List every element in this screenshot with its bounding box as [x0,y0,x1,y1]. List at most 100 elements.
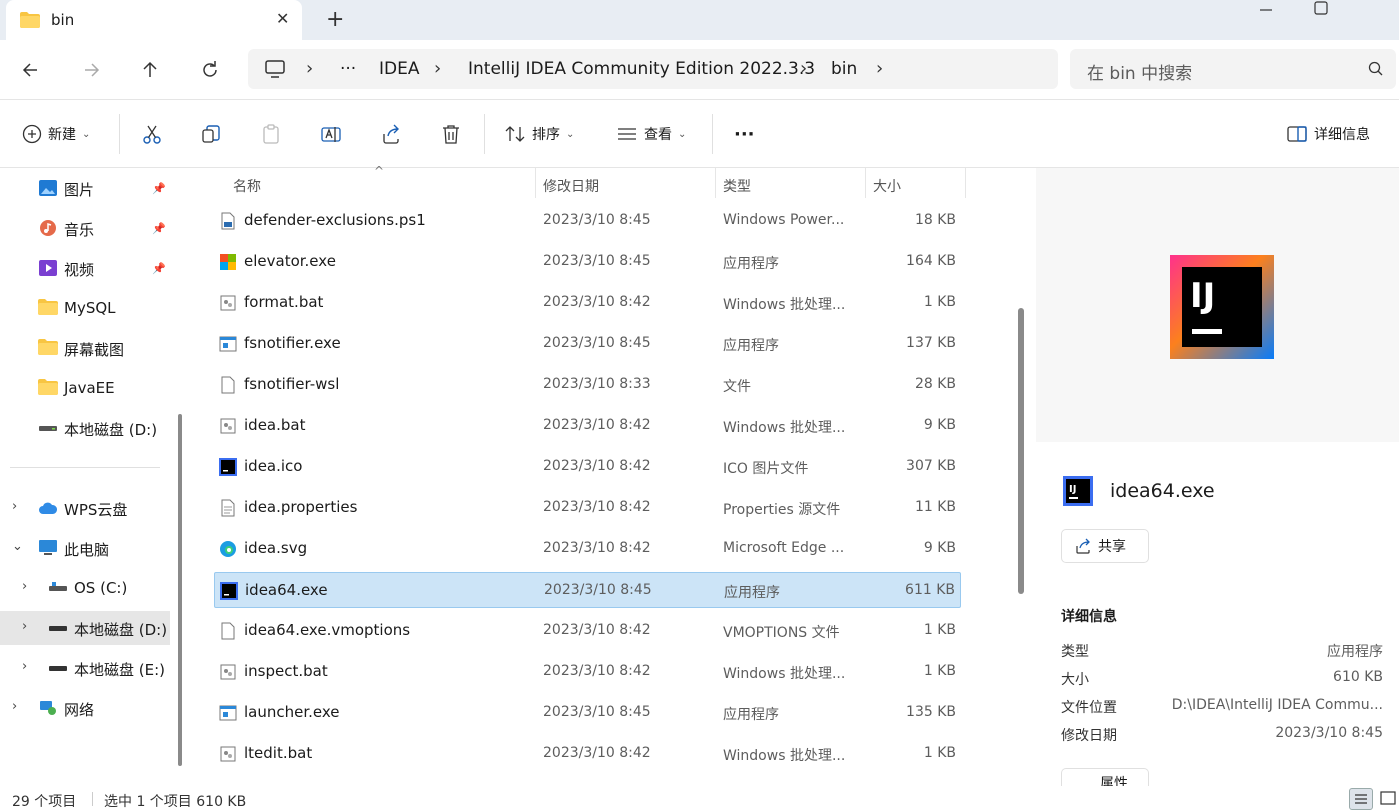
minimize-icon[interactable] [1256,0,1276,20]
file-list-scrollbar[interactable] [1018,308,1024,594]
close-icon[interactable]: ✕ [276,9,289,28]
chevron-right-icon[interactable]: › [434,58,441,79]
file-row[interactable]: defender-exclusions.ps1 2023/3/10 8:45 W… [214,203,961,239]
breadcrumb-more[interactable]: ··· [340,59,356,79]
more-options-button[interactable]: ··· [734,122,755,146]
chevron-right-icon[interactable]: › [22,579,27,594]
search-box[interactable]: 在 bin 中搜索 [1070,49,1396,89]
sidebar-item-network[interactable]: › 网络 [0,691,170,725]
rename-button[interactable] [320,122,342,146]
chevron-right-icon[interactable]: › [22,659,27,674]
column-separator[interactable] [865,168,866,198]
pin-icon[interactable]: 📌 [152,222,166,235]
chevron-down-icon[interactable]: ⌄ [12,539,23,554]
chevron-right-icon[interactable]: › [800,58,807,79]
folder-icon [38,299,58,317]
maximize-icon[interactable] [1312,0,1332,20]
detail-value: 应用程序 [1327,644,1383,660]
breadcrumb-bin[interactable]: bin [831,59,857,79]
file-name: fsnotifier.exe [244,334,341,352]
file-size: 9 KB [923,417,956,433]
share-button[interactable] [380,122,402,146]
file-row[interactable]: idea.ico 2023/3/10 8:42 ICO 图片文件 307 KB [214,449,961,485]
chevron-down-icon: ⌄ [82,128,91,140]
file-row[interactable]: elevator.exe 2023/3/10 8:45 应用程序 164 KB [214,244,961,280]
share-button[interactable]: 共享 [1061,529,1149,563]
file-type: Windows 批处理... [723,297,846,313]
pin-icon[interactable]: 📌 [152,182,166,195]
sidebar-item-videos[interactable]: 视频 📌 [0,251,170,285]
file-type: Windows 批处理... [723,666,846,682]
column-separator[interactable] [715,168,716,198]
details-pane-button[interactable]: 详细信息 [1286,122,1370,146]
paste-button[interactable] [260,122,282,146]
file-row[interactable]: launcher.exe 2023/3/10 8:45 应用程序 135 KB [214,695,961,731]
chevron-right-icon[interactable]: › [22,619,27,634]
file-date: 2023/3/10 8:33 [543,376,651,392]
sidebar-item-wps-cloud[interactable]: › WPS云盘 [0,491,170,525]
file-row[interactable]: ltedit.bat 2023/3/10 8:42 Windows 批处理...… [214,736,961,772]
new-button[interactable]: 新建 ⌄ [22,122,90,146]
logo-text: IJ [1190,276,1215,316]
pin-icon[interactable]: 📌 [152,262,166,275]
refresh-icon[interactable] [198,58,222,82]
file-date: 2023/3/10 8:42 [543,458,651,474]
breadcrumb-intellij[interactable]: IntelliJ IDEA Community Edition 2022.3.3 [468,59,815,79]
sidebar-item-mysql[interactable]: MySQL [0,291,170,325]
sidebar-item-drive-d[interactable]: › 本地磁盘 (D:) [0,611,170,645]
sidebar-item-screenshots[interactable]: 屏幕截图 [0,331,170,365]
detail-value: 610 KB [1333,669,1383,685]
copy-button[interactable] [200,122,222,146]
file-type: 应用程序 [723,338,779,354]
sort-label: 排序 [532,127,560,143]
sidebar-item-music[interactable]: 音乐 📌 [0,211,170,245]
column-separator[interactable] [535,168,536,198]
tab-bin[interactable]: bin ✕ [6,0,302,40]
chevron-right-icon[interactable]: › [12,699,17,714]
forward-icon[interactable] [79,58,103,82]
file-row[interactable]: idea64.exe.vmoptions 2023/3/10 8:42 VMOP… [214,613,961,649]
cut-button[interactable] [141,122,163,146]
sidebar-item-drive-d-quick[interactable]: 本地磁盘 (D:) [0,411,170,445]
sidebar-item-this-pc[interactable]: ⌄ 此电脑 [0,531,170,565]
column-header-size[interactable]: 大小 [873,176,901,196]
details-view-icon[interactable] [1349,788,1373,810]
file-row[interactable]: idea.bat 2023/3/10 8:42 Windows 批处理... 9… [214,408,961,444]
file-size: 1 KB [923,745,956,761]
address-bar[interactable]: › ··· IDEA › IntelliJ IDEA Community Edi… [248,49,1058,89]
network-icon [38,699,58,717]
sidebar-item-drive-e[interactable]: › 本地磁盘 (E:) [0,651,170,685]
file-row[interactable]: inspect.bat 2023/3/10 8:42 Windows 批处理..… [214,654,961,690]
tiles-view-icon[interactable] [1378,788,1398,810]
file-name: inspect.bat [244,662,328,680]
sidebar-item-drive-c[interactable]: › OS (C:) [0,571,170,605]
file-row[interactable]: idea.svg 2023/3/10 8:42 Microsoft Edge .… [214,531,961,567]
back-icon[interactable] [19,58,43,82]
column-header-type[interactable]: 类型 [723,176,751,196]
column-header-date[interactable]: 修改日期 [543,176,599,196]
file-row[interactable]: format.bat 2023/3/10 8:42 Windows 批处理...… [214,285,961,321]
file-row[interactable]: idea.properties 2023/3/10 8:42 Propertie… [214,490,961,526]
divider [92,792,93,806]
breadcrumb-idea[interactable]: IDEA [379,59,419,79]
sidebar-item-label: 此电脑 [64,541,110,559]
sort-button[interactable]: 排序 ⌄ [504,122,574,146]
sidebar-item-pictures[interactable]: 图片 📌 [0,171,170,205]
search-icon[interactable] [1368,61,1384,81]
file-row[interactable]: fsnotifier.exe 2023/3/10 8:45 应用程序 137 K… [214,326,961,362]
chevron-right-icon[interactable]: › [12,499,17,514]
column-header-name[interactable]: 名称 [233,176,261,196]
add-tab-icon[interactable]: + [326,7,344,32]
chevron-right-icon[interactable]: › [306,58,313,79]
file-row[interactable]: fsnotifier-wsl 2023/3/10 8:33 文件 28 KB [214,367,961,403]
file-size: 611 KB [905,582,955,598]
sidebar-item-javaee[interactable]: JavaEE [0,371,170,405]
up-icon[interactable] [138,58,162,82]
sidebar-scrollbar[interactable] [178,414,182,766]
view-button[interactable]: 查看 ⌄ [616,122,686,146]
chevron-right-icon[interactable]: › [876,58,883,79]
file-date: 2023/3/10 8:45 [543,704,651,720]
column-separator[interactable] [965,168,966,198]
file-row-selected[interactable]: idea64.exe 2023/3/10 8:45 应用程序 611 KB [214,572,961,608]
delete-button[interactable] [440,122,462,146]
